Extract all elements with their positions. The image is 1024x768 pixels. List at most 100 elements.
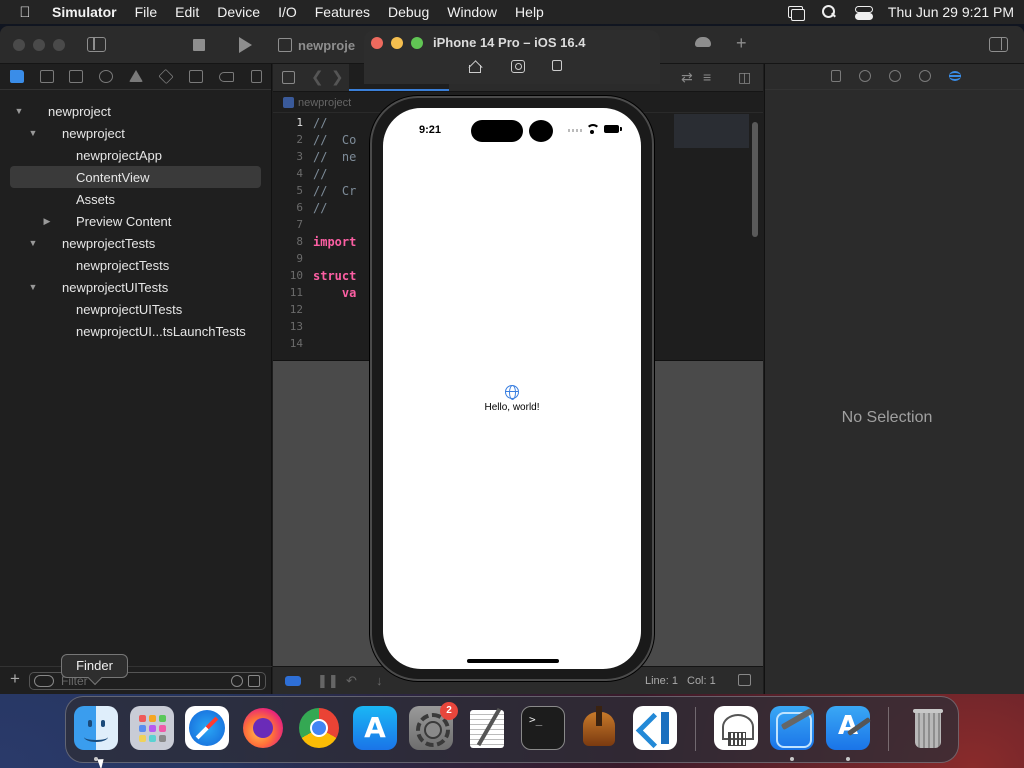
test-icon[interactable]	[158, 68, 174, 85]
folder-icon[interactable]	[10, 70, 24, 83]
tree-row[interactable]: ▼ newprojectTests	[0, 232, 271, 254]
editor-scrollbar[interactable]	[752, 122, 758, 237]
menu-io[interactable]: I/O	[278, 4, 297, 20]
forward-arrow-icon[interactable]: ❯	[331, 68, 344, 86]
menu-debug[interactable]: Debug	[388, 4, 429, 20]
tree-row[interactable]: ▼ newproject	[0, 122, 271, 144]
spotlight-search-icon[interactable]	[820, 5, 838, 19]
dock-terminal-app[interactable]	[521, 706, 565, 750]
chevron-right-icon[interactable]: ▶	[42, 216, 52, 227]
simulator-minimize-button[interactable]	[391, 37, 403, 49]
pause-icon[interactable]: ❚❚	[317, 673, 339, 689]
menu-help[interactable]: Help	[515, 4, 544, 20]
dock-chrome-app[interactable]	[297, 706, 341, 750]
navigator-toggle-icon[interactable]	[87, 37, 106, 52]
chevron-down-icon[interactable]: ▼	[28, 128, 38, 138]
debug-icon[interactable]	[189, 70, 203, 83]
menu-edit[interactable]: Edit	[175, 4, 199, 20]
screenshot-icon[interactable]	[511, 60, 525, 73]
home-indicator[interactable]	[467, 659, 559, 663]
tree-row[interactable]: newprojectTests	[0, 254, 271, 276]
window-close-button[interactable]	[13, 39, 25, 51]
find-icon[interactable]	[99, 70, 113, 83]
window-minimize-button[interactable]	[33, 39, 45, 51]
rotate-icon[interactable]	[552, 60, 562, 71]
simulator-zoom-button[interactable]	[411, 37, 423, 49]
add-tab-button[interactable]: +	[736, 33, 747, 54]
menu-app-name[interactable]: Simulator	[52, 4, 117, 20]
chevron-down-icon[interactable]: ▼	[28, 282, 38, 292]
add-file-button[interactable]: +	[10, 669, 20, 689]
menu-clock[interactable]: Thu Jun 29 9:21 PM	[888, 4, 1014, 20]
report-icon[interactable]	[251, 70, 262, 83]
step-over-icon[interactable]: ↶	[346, 673, 357, 689]
cloud-icon[interactable]	[695, 37, 711, 47]
tree-row[interactable]: ▼ newproject	[0, 100, 271, 122]
history-inspector-icon[interactable]	[859, 70, 871, 82]
related-items-icon[interactable]	[282, 71, 295, 84]
dock-finder-app[interactable]	[74, 706, 118, 750]
debug-area-toggle-icon[interactable]	[285, 676, 301, 686]
chevron-down-icon[interactable]: ▼	[14, 106, 24, 116]
tree-row[interactable]: ▶ Preview Content	[0, 210, 271, 232]
identity-inspector-icon[interactable]	[919, 70, 931, 82]
recent-files-icon[interactable]	[231, 675, 243, 687]
run-button[interactable]	[239, 37, 252, 53]
help-inspector-icon[interactable]	[889, 70, 901, 82]
modified-files-icon[interactable]	[248, 675, 260, 687]
filter-icon[interactable]	[34, 675, 54, 687]
dock-simulator-app[interactable]	[826, 706, 870, 750]
breakpoint-icon[interactable]	[219, 72, 234, 82]
no-selection-label: No Selection	[841, 409, 933, 426]
menu-features[interactable]: Features	[315, 4, 370, 20]
dock-textedit-app[interactable]	[465, 706, 509, 750]
menu-file[interactable]: File	[135, 4, 158, 20]
iphone-screen[interactable]: 9:21 Hello, world!	[383, 108, 641, 669]
window-zoom-button[interactable]	[53, 39, 65, 51]
dock-vscode-app[interactable]	[633, 706, 677, 750]
apple-menu-icon[interactable]: 	[10, 4, 40, 21]
symbol-icon[interactable]	[69, 70, 83, 83]
step-into-icon[interactable]: ↓	[376, 673, 383, 688]
dock-firefox-app[interactable]	[241, 706, 285, 750]
dock-accessibility-inspector-app[interactable]	[714, 706, 758, 750]
split-editor-icon[interactable]: ◫	[738, 69, 751, 86]
inspector-toggle-icon[interactable]	[989, 37, 1008, 52]
iphone-device-frame: 9:21 Hello, world!	[370, 96, 654, 681]
tree-row[interactable]: Assets	[0, 188, 271, 210]
console-toggle-icon[interactable]	[738, 674, 751, 686]
menu-device[interactable]: Device	[217, 4, 260, 20]
source-control-icon[interactable]	[40, 70, 54, 83]
dock-system-settings-app[interactable]: 2	[409, 702, 458, 750]
back-arrow-icon[interactable]: ❮	[311, 68, 324, 86]
tree-row[interactable]: newprojectUITests	[0, 298, 271, 320]
home-icon[interactable]	[468, 60, 482, 73]
scheme-selector[interactable]: newproje	[278, 34, 355, 56]
tree-label: newproject	[48, 103, 111, 119]
swap-icon[interactable]: ⇄	[681, 69, 693, 86]
simulator-titlebar: iPhone 14 Pro – iOS 16.4	[364, 30, 660, 84]
issue-icon[interactable]	[129, 70, 143, 82]
simulator-title: iPhone 14 Pro – iOS 16.4	[433, 35, 586, 50]
tree-row[interactable]: ▼ newprojectUITests	[0, 276, 271, 298]
breadcrumb-item[interactable]: newproject	[298, 97, 351, 109]
control-center-icon[interactable]	[854, 5, 873, 20]
chevron-down-icon[interactable]: ▼	[28, 238, 38, 248]
tree-row[interactable]: newprojectApp	[0, 144, 271, 166]
dock-xcode-app[interactable]	[770, 706, 814, 750]
dock-app-store-app[interactable]	[353, 706, 397, 750]
tree-row[interactable]: newprojectUI...tsLaunchTests	[0, 320, 271, 342]
stop-button[interactable]	[193, 39, 205, 51]
dock-trash[interactable]	[906, 706, 950, 750]
dock-instruments-app[interactable]	[577, 706, 621, 750]
editor-options-icon[interactable]: ≡	[703, 69, 711, 85]
attributes-inspector-icon[interactable]	[949, 71, 961, 81]
simulator-close-button[interactable]	[371, 37, 383, 49]
file-inspector-icon[interactable]	[831, 70, 841, 82]
dock-launchpad-app[interactable]	[130, 706, 174, 750]
menu-window[interactable]: Window	[447, 4, 497, 20]
tree-row-selected[interactable]: ContentView	[10, 166, 261, 188]
front-camera	[529, 120, 553, 142]
dock-safari-app[interactable]	[185, 706, 229, 750]
stage-manager-icon[interactable]	[786, 5, 805, 21]
